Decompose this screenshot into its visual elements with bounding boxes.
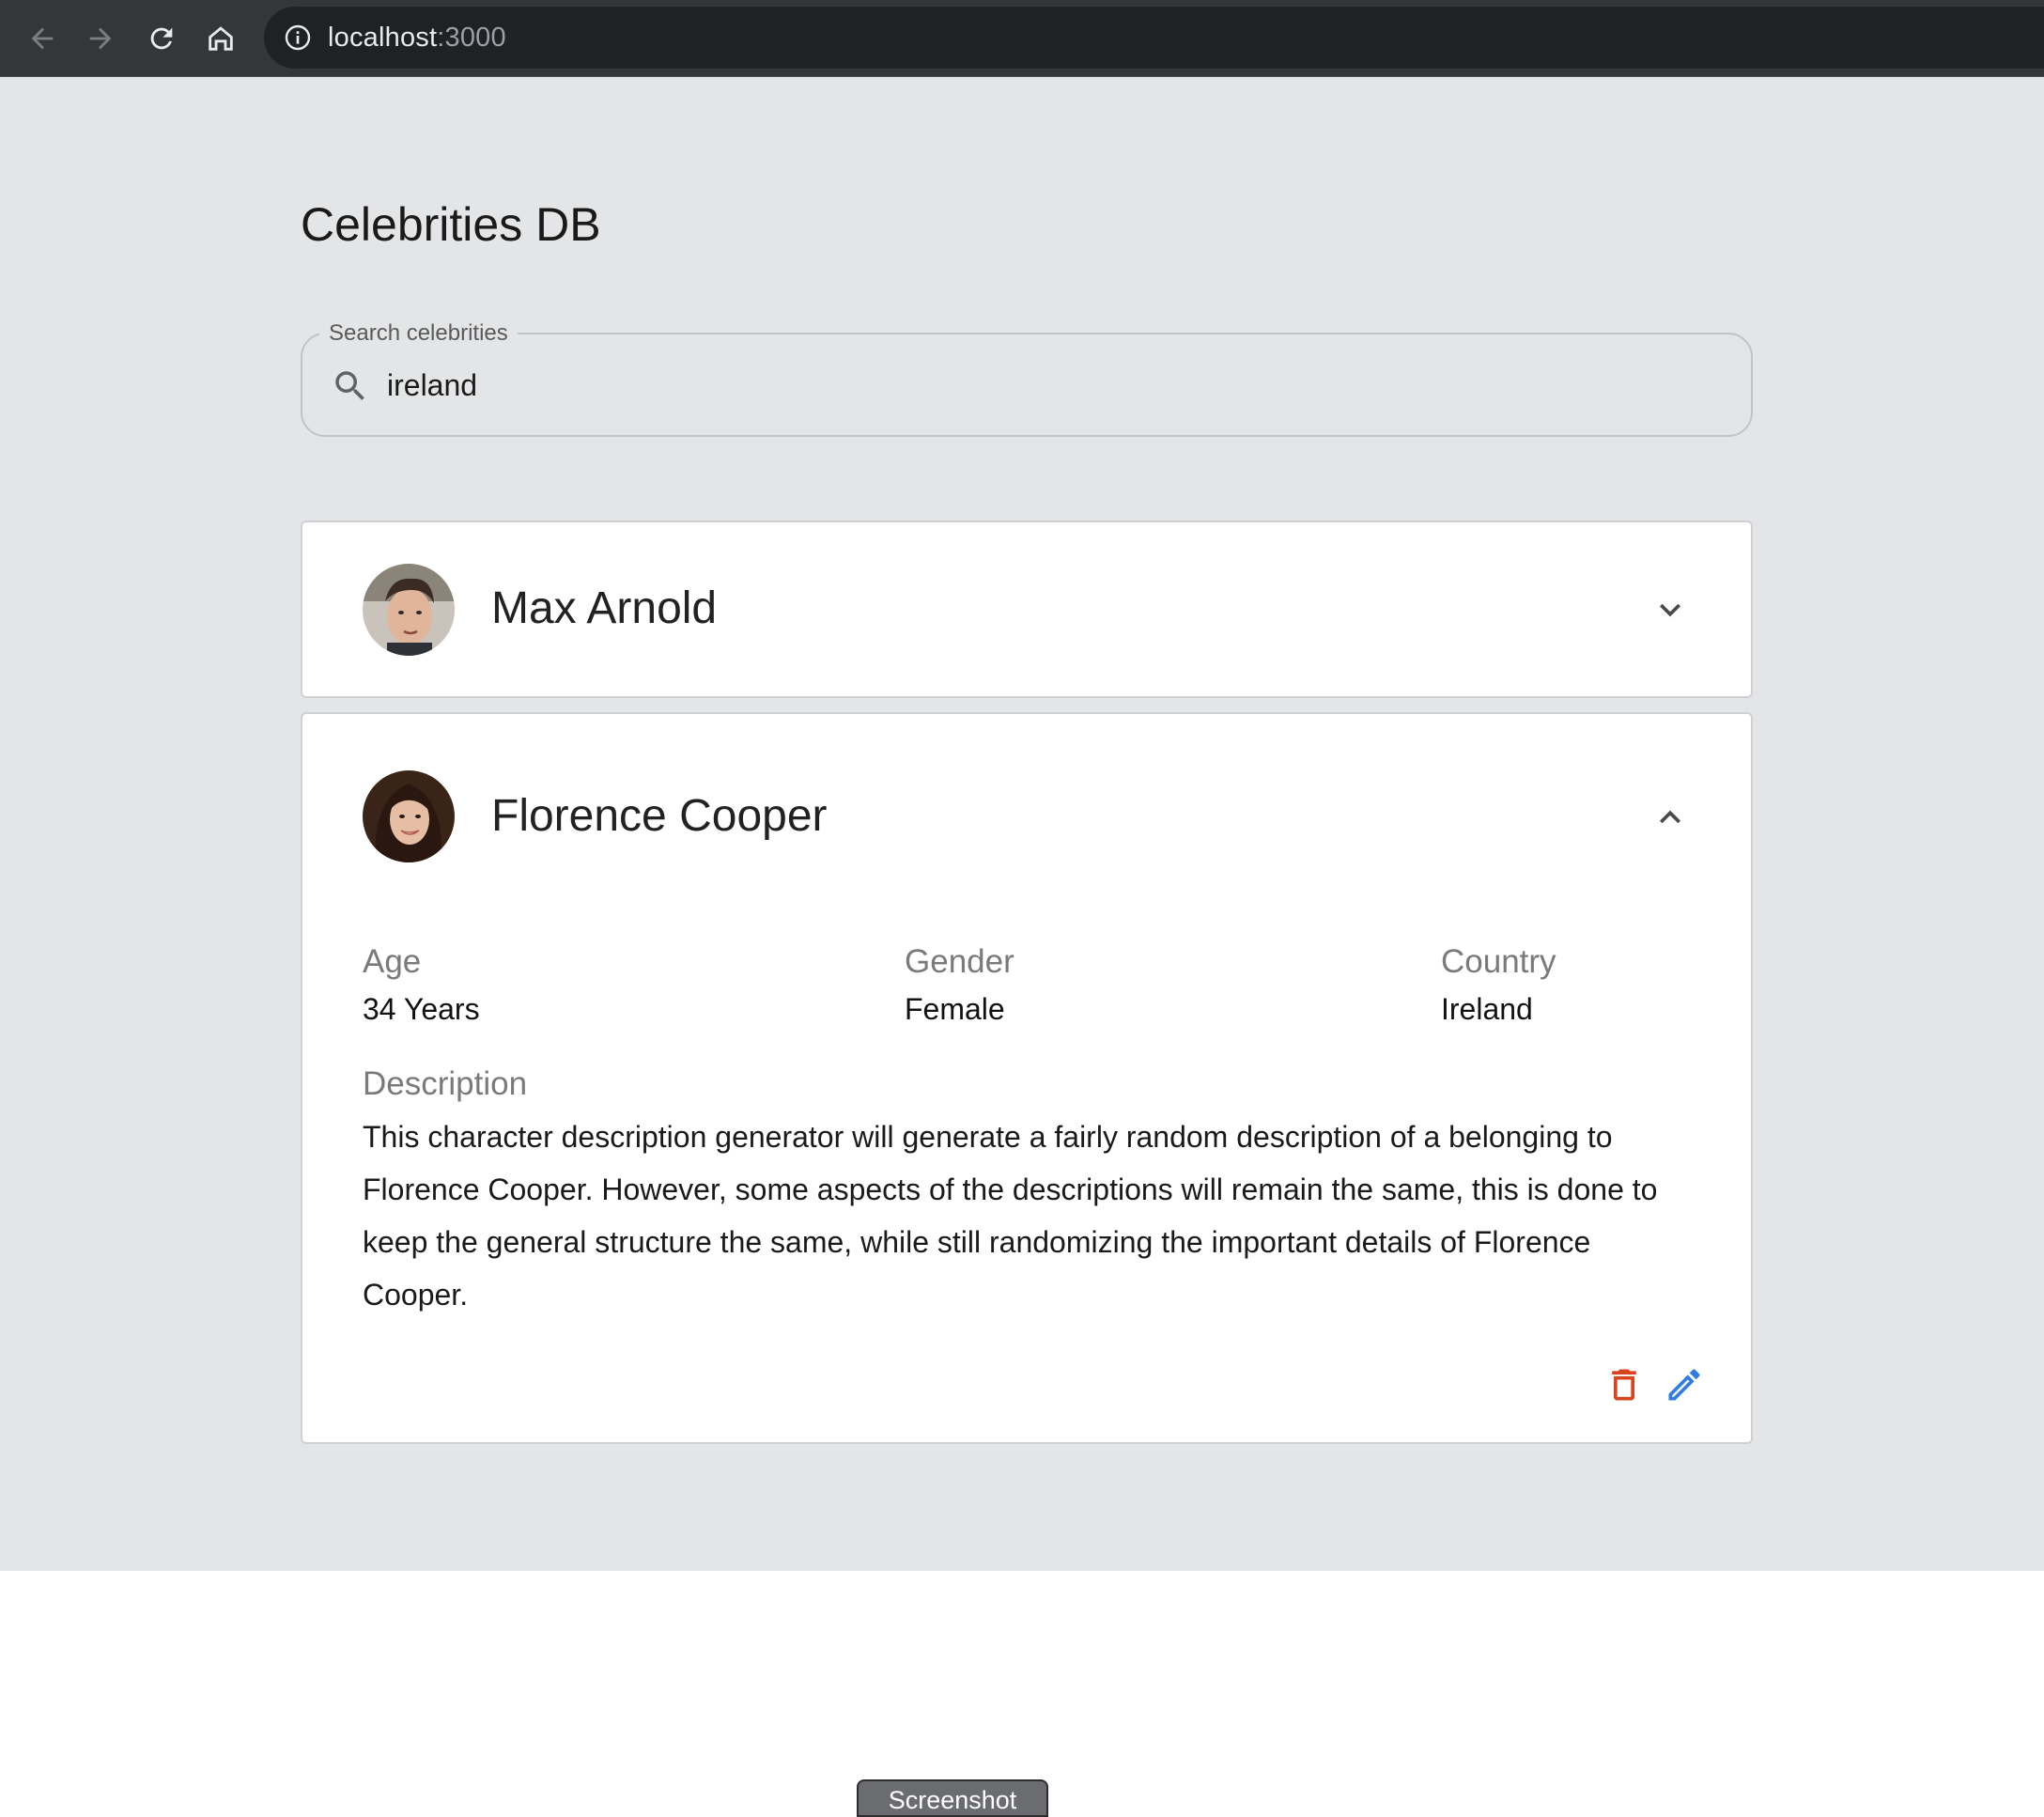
- forward-arrow-icon[interactable]: [75, 13, 126, 64]
- search-field[interactable]: Search celebrities: [301, 319, 1753, 437]
- back-arrow-icon[interactable]: [17, 13, 68, 64]
- search-label: Search celebrities: [319, 319, 518, 348]
- age-label: Age: [363, 943, 422, 980]
- celebrity-name: Max Arnold: [491, 583, 718, 633]
- chevron-up-icon[interactable]: [1649, 797, 1691, 838]
- screenshot-button[interactable]: Screenshot: [857, 1779, 1048, 1817]
- url-text: localhost:3000: [328, 23, 506, 54]
- card-header[interactable]: Max Arnold: [302, 522, 1751, 698]
- trash-icon: [1612, 1369, 1636, 1401]
- description-text: This character description generator wil…: [363, 1120, 1658, 1312]
- search-icon: [335, 371, 364, 400]
- celebrity-card: Florence Cooper Age 34 Years Gender Fema…: [301, 712, 1753, 1444]
- page-title: Celebrities DB: [301, 198, 601, 251]
- avatar: [363, 770, 455, 862]
- description-label: Description: [363, 1065, 528, 1102]
- age-value: 34 Years: [363, 992, 480, 1026]
- celebrity-card: Max Arnold: [301, 520, 1753, 698]
- page-content: Celebrities DB Search celebrities irelan…: [0, 77, 2044, 1571]
- url-host: localhost: [328, 22, 438, 53]
- info-icon[interactable]: [283, 23, 313, 53]
- avatar: [363, 564, 455, 656]
- address-bar[interactable]: localhost:3000: [264, 7, 2044, 69]
- country-label: Country: [1441, 943, 1556, 980]
- browser-toolbar: localhost:3000: [0, 0, 2044, 77]
- gender-value: Female: [905, 992, 1005, 1026]
- edit-button[interactable]: [1662, 1362, 1707, 1407]
- gender-label: Gender: [905, 943, 1014, 980]
- search-input[interactable]: [387, 355, 1721, 415]
- country-value: Ireland: [1441, 992, 1533, 1026]
- delete-button[interactable]: [1602, 1362, 1647, 1407]
- reload-icon[interactable]: [136, 13, 187, 64]
- url-port: :3000: [437, 22, 506, 53]
- home-icon[interactable]: [195, 13, 246, 64]
- celebrity-name: Florence Cooper: [491, 791, 828, 841]
- card-header[interactable]: Florence Cooper: [302, 714, 1751, 915]
- chevron-down-icon[interactable]: [1649, 589, 1691, 630]
- pencil-icon: [1668, 1369, 1700, 1401]
